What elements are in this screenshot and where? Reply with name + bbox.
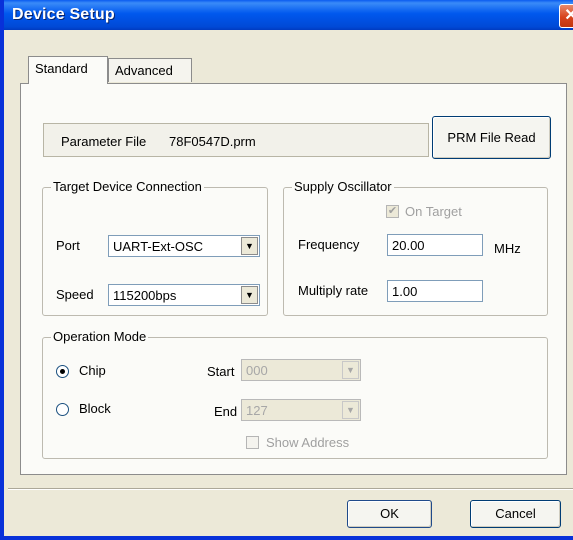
supply-oscillator-group: Supply Oscillator ✔ On Target Frequency …	[283, 179, 548, 316]
show-address-label: Show Address	[266, 435, 350, 450]
parameter-file-box: Parameter File 78F0547D.prm	[43, 123, 429, 157]
speed-label: Speed	[56, 287, 94, 302]
tab-advanced[interactable]: Advanced	[108, 58, 192, 82]
target-device-connection-legend: Target Device Connection	[51, 179, 204, 194]
parameter-file-value: 78F0547D.prm	[169, 134, 256, 149]
show-address-checkbox[interactable]	[246, 436, 259, 449]
multiply-rate-input[interactable]: 1.00	[387, 280, 483, 302]
tab-standard-label: Standard	[35, 61, 88, 76]
operation-mode-group: Operation Mode Chip Block Start 000 ▼ En…	[42, 329, 548, 459]
operation-mode-legend: Operation Mode	[51, 329, 149, 344]
block-label: Block	[79, 401, 111, 416]
speed-select[interactable]: 115200bps ▼	[108, 284, 260, 306]
tab-standard[interactable]: Standard	[28, 56, 108, 84]
end-select[interactable]: 127 ▼	[241, 399, 361, 421]
frequency-label: Frequency	[298, 237, 360, 252]
ok-button[interactable]: OK	[347, 500, 432, 528]
radio-selected-dot	[60, 369, 65, 374]
port-value: UART-Ext-OSC	[113, 239, 204, 254]
chevron-down-icon[interactable]: ▼	[241, 286, 258, 304]
prm-file-read-button[interactable]: PRM File Read	[432, 116, 551, 159]
on-target-checkbox[interactable]: ✔	[386, 205, 399, 218]
speed-value: 115200bps	[113, 288, 177, 303]
footer-separator	[8, 488, 573, 490]
window-title: Device Setup	[12, 6, 115, 23]
standard-tab-panel: Parameter File 78F0547D.prm PRM File Rea…	[20, 83, 567, 475]
block-radio[interactable]	[56, 403, 69, 416]
close-icon[interactable]: ✕	[559, 4, 573, 28]
chip-label: Chip	[79, 363, 106, 378]
start-value: 000	[246, 363, 268, 378]
frequency-unit: MHz	[494, 241, 521, 256]
device-setup-dialog: Device Setup ✕ Standard Advanced Paramet…	[0, 0, 573, 540]
chip-radio[interactable]	[56, 365, 69, 378]
port-select[interactable]: UART-Ext-OSC ▼	[108, 235, 260, 257]
port-label: Port	[56, 238, 80, 253]
on-target-label: On Target	[405, 204, 462, 219]
end-value: 127	[246, 403, 268, 418]
supply-oscillator-legend: Supply Oscillator	[292, 179, 394, 194]
title-bar[interactable]: Device Setup ✕	[4, 0, 573, 30]
tab-advanced-label: Advanced	[115, 63, 173, 78]
start-select[interactable]: 000 ▼	[241, 359, 361, 381]
chevron-down-icon[interactable]: ▼	[342, 361, 359, 379]
start-label: Start	[207, 364, 235, 379]
frequency-input[interactable]: 20.00	[387, 234, 483, 256]
cancel-button[interactable]: Cancel	[470, 500, 561, 528]
chevron-down-icon[interactable]: ▼	[342, 401, 359, 419]
multiply-rate-label: Multiply rate	[298, 283, 369, 298]
chevron-down-icon[interactable]: ▼	[241, 237, 258, 255]
parameter-file-label: Parameter File	[61, 134, 147, 149]
target-device-connection-group: Target Device Connection Port UART-Ext-O…	[42, 179, 268, 316]
end-label: End	[214, 404, 238, 419]
